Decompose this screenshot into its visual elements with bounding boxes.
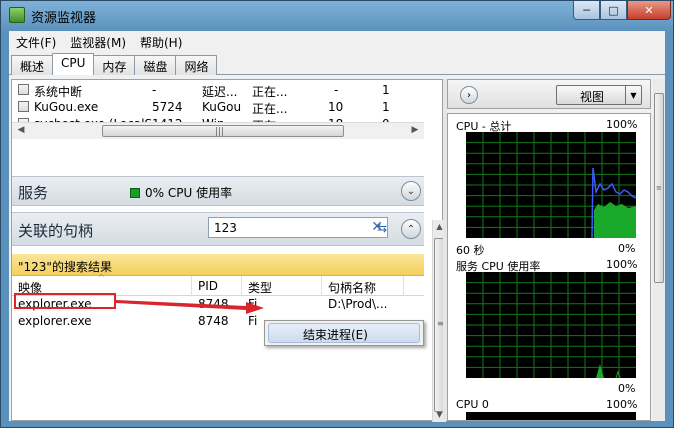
handle-image: explorer.exe xyxy=(18,314,92,328)
grip-icon: ||| xyxy=(215,127,225,137)
tab-cpu[interactable]: CPU xyxy=(52,53,95,75)
column-type[interactable]: 类型 xyxy=(242,276,322,296)
tab-disk[interactable]: 磁盘 xyxy=(134,55,177,75)
graph-toolbar: › 视图 ▼ xyxy=(447,79,651,109)
process-pid: 5724 xyxy=(152,100,183,114)
graph-max: 100% xyxy=(606,258,638,271)
refresh-search-icon[interactable]: ⇆ xyxy=(372,217,392,238)
scroll-left-icon[interactable]: ◀ xyxy=(14,125,28,137)
handle-pid: 8748 xyxy=(198,314,229,328)
scroll-right-icon[interactable]: ▶ xyxy=(408,125,422,137)
dropdown-arrow-icon[interactable]: ▼ xyxy=(625,86,641,104)
process-name: KuGou.exe xyxy=(34,100,99,114)
process-pid: - xyxy=(152,83,157,97)
resource-monitor-icon xyxy=(9,7,25,23)
process-row[interactable]: KuGou.exe 5724 KuGou 正在... 10 1 xyxy=(12,99,432,116)
graph-area: CPU - 总计 100% 60 秒 0% 服务 CPU 使用率 100% 0%… xyxy=(447,113,651,421)
title-bar[interactable]: 资源监视器 ─ □ ✕ xyxy=(1,1,674,31)
client-area: 文件(F) 监视器(M) 帮助(H) 概述 CPU 内存 磁盘 网络 系统中断 … xyxy=(9,31,665,422)
graph-time-span: 60 秒 xyxy=(456,244,485,257)
graph-min: 0% xyxy=(618,382,636,395)
sort-ascending-icon: ^ xyxy=(98,273,105,282)
search-results-bar: "123"的搜索结果 xyxy=(12,254,424,276)
column-pid[interactable]: PID xyxy=(192,276,242,296)
right-scroll-thumb[interactable]: ≡ xyxy=(654,93,664,283)
process-threads: 10 xyxy=(328,100,344,114)
menu-help[interactable]: 帮助(H) xyxy=(133,31,189,51)
horizontal-scroll-thumb[interactable]: ||| xyxy=(102,125,344,137)
chevron-right-icon[interactable]: › xyxy=(460,86,478,104)
process-desc: KuGou xyxy=(202,100,242,114)
graph-title: CPU 0 xyxy=(456,398,489,411)
cpu-total-graph xyxy=(466,132,636,238)
services-status: 0% CPU 使用率 xyxy=(130,184,232,201)
window-title: 资源监视器 xyxy=(31,11,97,26)
column-handle-name[interactable]: 句柄名称 xyxy=(322,276,404,296)
process-checkbox[interactable] xyxy=(18,101,29,112)
end-process-menu-item[interactable]: 结束进程(E) xyxy=(268,323,420,343)
process-row[interactable]: 系统中断 - 延迟... 正在... - 1 xyxy=(12,82,432,99)
process-list: 系统中断 - 延迟... 正在... - 1 KuGou.exe 5724 Ku… xyxy=(12,80,442,142)
left-pane: 系统中断 - 延迟... 正在... - 1 KuGou.exe 5724 Ku… xyxy=(11,79,446,422)
context-menu: 结束进程(E) xyxy=(264,320,424,346)
highlight-annotation xyxy=(14,293,116,309)
handle-search-input[interactable]: 123 ✕ xyxy=(208,217,388,238)
process-name: 系统中断 xyxy=(34,85,83,99)
services-section-header[interactable]: 服务 0% CPU 使用率 ⌄ xyxy=(12,176,424,206)
handle-name: D:\Prod\... xyxy=(328,297,388,311)
graph-max: 100% xyxy=(606,118,638,131)
right-pane: › 视图 ▼ CPU - 总计 100% 60 秒 0% 服务 CPU 使用率 … xyxy=(447,79,665,421)
chevron-up-icon[interactable]: ⌃ xyxy=(401,219,421,239)
horizontal-scrollbar[interactable]: ◀ ||| ▶ xyxy=(12,122,424,139)
tab-strip: 概述 CPU 内存 磁盘 网络 xyxy=(11,53,218,75)
services-title: 服务 xyxy=(18,184,49,202)
menu-file[interactable]: 文件(F) xyxy=(9,31,63,51)
menu-monitor[interactable]: 监视器(M) xyxy=(63,31,133,51)
resource-monitor-window: 资源监视器 ─ □ ✕ 文件(F) 监视器(M) 帮助(H) 概述 CPU 内存… xyxy=(0,0,674,428)
right-vertical-scrollbar[interactable]: ≡ xyxy=(653,79,665,421)
minimize-button[interactable]: ─ xyxy=(573,1,600,20)
tab-overview[interactable]: 概述 xyxy=(11,55,54,75)
graph-max: 100% xyxy=(606,398,638,411)
process-cpu: 1 xyxy=(382,100,390,114)
process-desc: 延迟... xyxy=(202,85,238,99)
maximize-button[interactable]: □ xyxy=(600,1,627,20)
grip-icon: ≡ xyxy=(656,184,662,192)
handles-title: 关联的句柄 xyxy=(18,222,94,240)
view-label: 视图 xyxy=(579,90,604,104)
service-cpu-graph xyxy=(466,272,636,378)
handle-type: Fi xyxy=(248,314,258,328)
cpu-indicator-icon xyxy=(130,188,140,198)
process-threads: - xyxy=(334,83,339,97)
handles-section-header: 关联的句柄 123 ✕ ⇆ ⌃ xyxy=(12,212,424,246)
menu-bar: 文件(F) 监视器(M) 帮助(H) xyxy=(9,31,665,51)
close-button[interactable]: ✕ xyxy=(627,1,671,20)
process-cpu: 1 xyxy=(382,83,390,97)
tab-memory[interactable]: 内存 xyxy=(93,55,136,75)
tab-network[interactable]: 网络 xyxy=(175,55,218,75)
process-status: 正在... xyxy=(252,85,288,99)
cpu0-graph xyxy=(466,412,636,420)
view-button[interactable]: 视图 ▼ xyxy=(556,85,642,105)
services-status-text: 0% CPU 使用率 xyxy=(145,186,233,200)
handle-search-value: 123 xyxy=(214,221,237,235)
annotation-arrow-icon xyxy=(116,300,264,314)
graph-min: 0% xyxy=(618,242,636,255)
process-checkbox[interactable] xyxy=(18,84,29,95)
chevron-down-icon[interactable]: ⌄ xyxy=(401,181,421,201)
process-status: 正在... xyxy=(252,102,288,116)
